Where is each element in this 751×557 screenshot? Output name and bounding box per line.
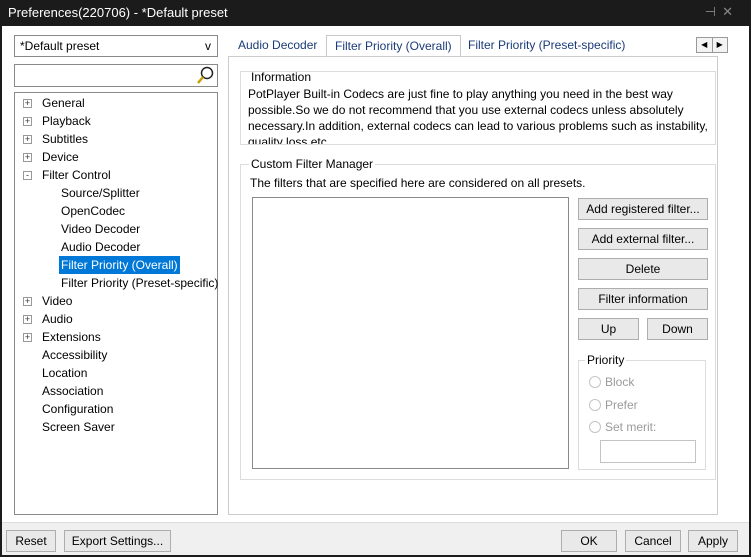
tree-item[interactable]: Video [40,292,74,310]
tree-item[interactable]: Association [40,382,105,400]
pin-icon[interactable]: ⊣ [705,4,722,19]
block-label: Block [605,375,635,389]
reset-button[interactable]: Reset [6,530,56,552]
tree-item[interactable]: Video Decoder [59,220,142,238]
information-group: Information PotPlayer Built-in Codecs ar… [240,71,716,145]
tab-filter-priority-preset[interactable]: Filter Priority (Preset-specific) [460,35,633,57]
titlebar-controls: ⊣✕ [705,4,739,20]
window-title: Preferences(220706) - *Default preset [8,5,228,20]
tree-item[interactable]: General [40,94,87,112]
prefer-radio[interactable]: Prefer [589,398,638,412]
tab-filter-priority-overall[interactable]: Filter Priority (Overall) [326,35,461,58]
cfm-title: Custom Filter Manager [249,157,376,171]
chevron-down-icon: v [205,39,211,53]
tree-item[interactable]: Location [40,364,89,382]
set-merit-label: Set merit: [605,420,657,434]
up-button[interactable]: Up [578,318,639,340]
collapse-icon[interactable]: - [23,171,32,180]
tree-item[interactable]: Filter Priority (Preset-specific) [59,274,220,292]
tree-item[interactable]: Accessibility [40,346,109,364]
settings-tree[interactable]: + General + Playback + Subtitles + Device - Filte… [14,92,218,515]
tree-item[interactable]: Playback [40,112,93,130]
expand-icon[interactable]: + [23,135,32,144]
filter-list[interactable] [252,197,569,469]
delete-button[interactable]: Delete [578,258,708,280]
tab-scroll: ◀ ▶ [696,37,728,53]
cfm-description: The filters that are specified here are … [250,176,586,190]
set-merit-radio[interactable]: Set merit: [589,420,656,434]
add-external-filter-button[interactable]: Add external filter... [578,228,708,250]
export-settings-button[interactable]: Export Settings... [64,530,171,552]
priority-group: Priority Block Prefer Set merit: [578,353,706,470]
close-icon[interactable]: ✕ [722,4,739,19]
search-icon[interactable] [196,66,214,85]
expand-icon[interactable]: + [23,153,32,162]
expand-icon[interactable]: + [23,117,32,126]
tab-scroll-left-icon[interactable]: ◀ [697,38,713,52]
tree-item[interactable]: Filter Control [40,166,113,184]
tree-item[interactable]: Device [40,148,81,166]
add-registered-filter-button[interactable]: Add registered filter... [578,198,708,220]
tree-item[interactable]: Extensions [40,328,103,346]
tab-audio-decoder[interactable]: Audio Decoder [230,35,325,57]
expand-icon[interactable]: + [23,99,32,108]
information-title: Information [249,71,314,84]
preset-select[interactable]: *Default preset v [14,35,218,57]
down-button[interactable]: Down [647,318,708,340]
tree-item[interactable]: Screen Saver [40,418,117,436]
information-text: PotPlayer Built-in Codecs are just fine … [248,87,708,145]
filter-information-button[interactable]: Filter information [578,288,708,310]
tree-item[interactable]: Source/Splitter [59,184,142,202]
tree-item[interactable]: Configuration [40,400,115,418]
priority-title: Priority [585,353,627,367]
ok-button[interactable]: OK [561,530,617,552]
preset-select-value: *Default preset [20,39,100,53]
cancel-button[interactable]: Cancel [625,530,681,552]
apply-button[interactable]: Apply [688,530,738,552]
tree-item[interactable]: Filter Priority (Overall) [59,256,180,274]
tab-scroll-right-icon[interactable]: ▶ [713,38,728,52]
merit-input[interactable] [600,440,696,463]
search-input[interactable] [14,64,218,87]
block-radio[interactable]: Block [589,375,634,389]
tree-item[interactable]: OpenCodec [59,202,127,220]
expand-icon[interactable]: + [23,333,32,342]
tree-item[interactable]: Audio [40,310,75,328]
tree-item[interactable]: Audio Decoder [59,238,142,256]
prefer-label: Prefer [605,398,638,412]
expand-icon[interactable]: + [23,315,32,324]
tree-item[interactable]: Subtitles [40,130,90,148]
expand-icon[interactable]: + [23,297,32,306]
